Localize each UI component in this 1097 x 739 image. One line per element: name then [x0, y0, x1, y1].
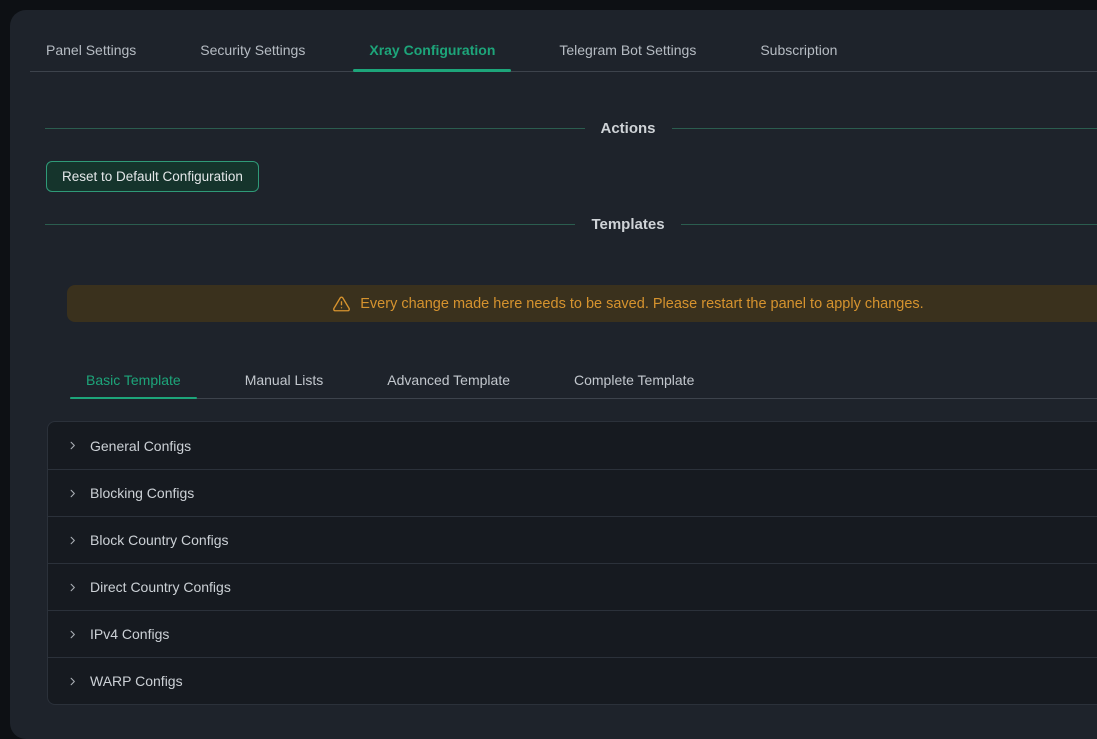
actions-divider: Actions	[45, 119, 1097, 137]
warning-triangle-icon	[332, 295, 351, 313]
configs-accordion: General Configs Blocking Configs Block C…	[47, 421, 1097, 705]
divider-line	[681, 224, 1097, 225]
accordion-item-general-configs[interactable]: General Configs	[48, 422, 1097, 469]
reset-to-default-button[interactable]: Reset to Default Configuration	[46, 161, 259, 192]
chevron-right-icon	[67, 488, 78, 499]
divider-line	[672, 128, 1097, 129]
tab-panel-settings[interactable]: Panel Settings	[30, 42, 152, 71]
accordion-item-direct-country-configs[interactable]: Direct Country Configs	[48, 563, 1097, 610]
main-tab-bar: Panel Settings Security Settings Xray Co…	[30, 10, 1097, 72]
tab-xray-configuration[interactable]: Xray Configuration	[353, 42, 511, 71]
accordion-item-label: IPv4 Configs	[90, 626, 169, 642]
actions-section-title: Actions	[601, 120, 656, 137]
chevron-right-icon	[67, 629, 78, 640]
tab-basic-template[interactable]: Basic Template	[70, 362, 197, 398]
chevron-right-icon	[67, 582, 78, 593]
tab-security-settings[interactable]: Security Settings	[184, 42, 321, 71]
chevron-right-icon	[67, 535, 78, 546]
accordion-item-ipv4-configs[interactable]: IPv4 Configs	[48, 610, 1097, 657]
templates-divider: Templates	[45, 215, 1097, 233]
accordion-item-label: WARP Configs	[90, 673, 183, 689]
accordion-item-label: Direct Country Configs	[90, 579, 231, 595]
divider-line	[45, 128, 585, 129]
tab-advanced-template[interactable]: Advanced Template	[371, 362, 526, 398]
accordion-item-label: Block Country Configs	[90, 532, 229, 548]
accordion-item-label: Blocking Configs	[90, 485, 194, 501]
tab-manual-lists[interactable]: Manual Lists	[229, 362, 340, 398]
template-tab-bar: Basic Template Manual Lists Advanced Tem…	[70, 362, 1097, 399]
settings-card: Panel Settings Security Settings Xray Co…	[10, 10, 1097, 739]
accordion-item-block-country-configs[interactable]: Block Country Configs	[48, 516, 1097, 563]
tab-telegram-bot-settings[interactable]: Telegram Bot Settings	[543, 42, 712, 71]
warning-alert-message: Every change made here needs to be saved…	[360, 296, 923, 312]
divider-line	[45, 224, 575, 225]
chevron-right-icon	[67, 676, 78, 687]
accordion-item-blocking-configs[interactable]: Blocking Configs	[48, 469, 1097, 516]
chevron-right-icon	[67, 440, 78, 451]
tab-complete-template[interactable]: Complete Template	[558, 362, 710, 398]
accordion-item-label: General Configs	[90, 438, 191, 454]
accordion-item-warp-configs[interactable]: WARP Configs	[48, 657, 1097, 704]
restart-warning-alert: Every change made here needs to be saved…	[67, 285, 1097, 322]
tab-subscription[interactable]: Subscription	[744, 42, 853, 71]
templates-section-title: Templates	[591, 216, 664, 233]
